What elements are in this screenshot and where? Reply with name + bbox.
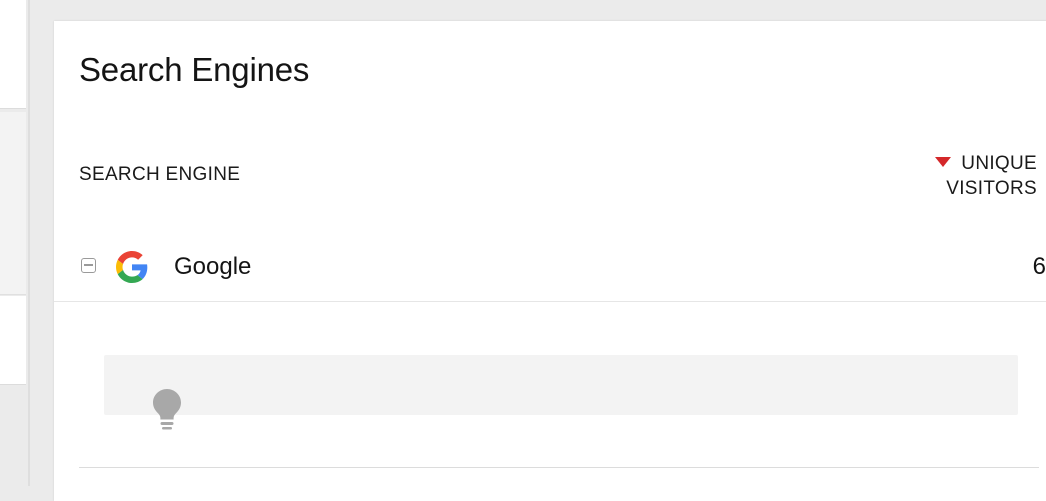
unique-visitors-count: 6 — [1032, 253, 1046, 280]
column-header-label: VISITORS — [946, 178, 1037, 199]
google-icon — [116, 251, 148, 283]
left-card — [0, 0, 26, 109]
collapse-icon[interactable] — [81, 258, 96, 273]
search-engine-name[interactable]: Google — [174, 253, 251, 281]
search-engines-panel: Search Engines SEARCH ENGINE UNIQUE VISI… — [54, 21, 1046, 501]
column-header-search-engine: SEARCH ENGINE — [79, 164, 241, 185]
table-row[interactable]: Google 6 — [54, 243, 1046, 302]
column-divider — [28, 0, 30, 486]
left-card — [0, 112, 26, 295]
sort-down-triangle-icon — [935, 157, 952, 167]
left-column — [0, 0, 28, 486]
column-header-label: UNIQUE — [961, 153, 1037, 174]
lightbulb-icon — [153, 389, 181, 430]
left-card — [0, 296, 26, 385]
panel-title: Search Engines — [79, 51, 310, 88]
column-header-unique-visitors[interactable]: UNIQUE VISITORS — [935, 151, 1037, 201]
divider — [79, 467, 1039, 468]
tip-box — [104, 355, 1018, 415]
